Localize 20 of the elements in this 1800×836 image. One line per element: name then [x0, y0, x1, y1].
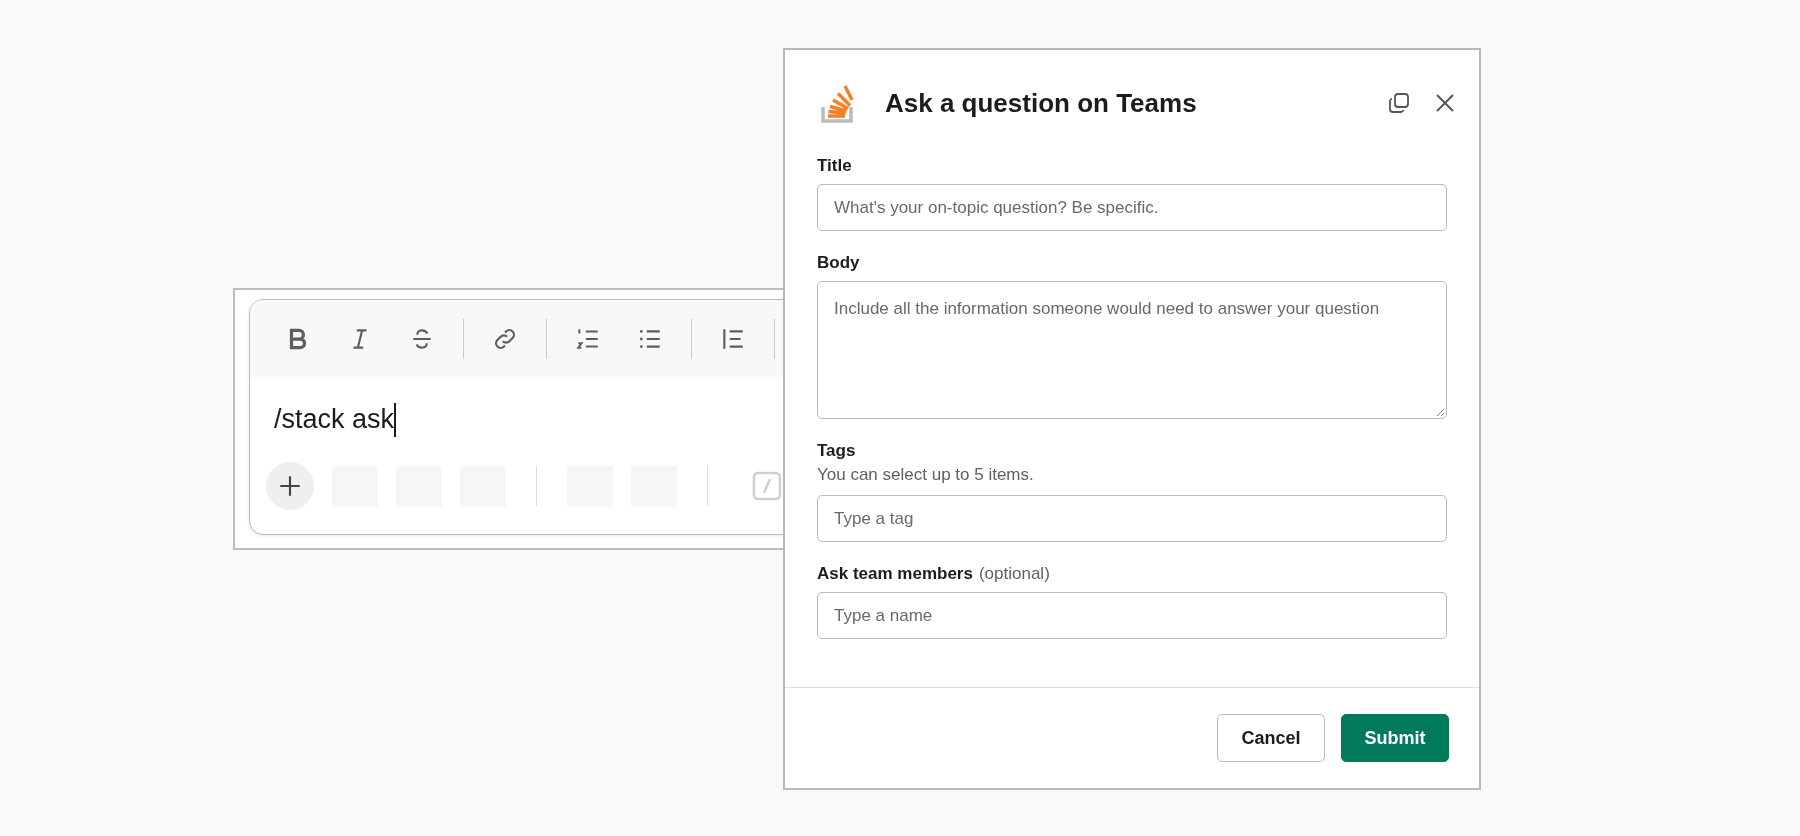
text-area[interactable]: Include all the information someone would need to answer your question [817, 281, 1447, 419]
add-button[interactable] [266, 462, 314, 510]
field-hint: You can select up to 5 items. [817, 465, 1035, 485]
plus-icon [277, 473, 303, 499]
copy-icon[interactable] [1387, 91, 1411, 115]
text-input[interactable]: Type a name [817, 592, 1447, 639]
message-text[interactable]: /stack ask [274, 404, 395, 435]
field-label: Title [817, 156, 852, 176]
text-cursor [394, 402, 397, 437]
text-input[interactable]: What's your on-topic question? Be specific. [817, 184, 1447, 231]
optional-note: (optional) [978, 564, 1050, 584]
text-input[interactable]: Type a tag [817, 495, 1447, 542]
stack-logo-icon [821, 83, 855, 123]
cancel-button[interactable]: Cancel [1217, 714, 1325, 762]
field-label: Body [817, 253, 860, 273]
resize-handle-icon[interactable] [1435, 407, 1445, 417]
dialog-title: Ask a question on Teams [885, 87, 1198, 119]
field-label: Ask team members [817, 564, 973, 584]
field-label: Tags [817, 441, 856, 461]
submit-button[interactable]: Submit [1341, 714, 1449, 762]
